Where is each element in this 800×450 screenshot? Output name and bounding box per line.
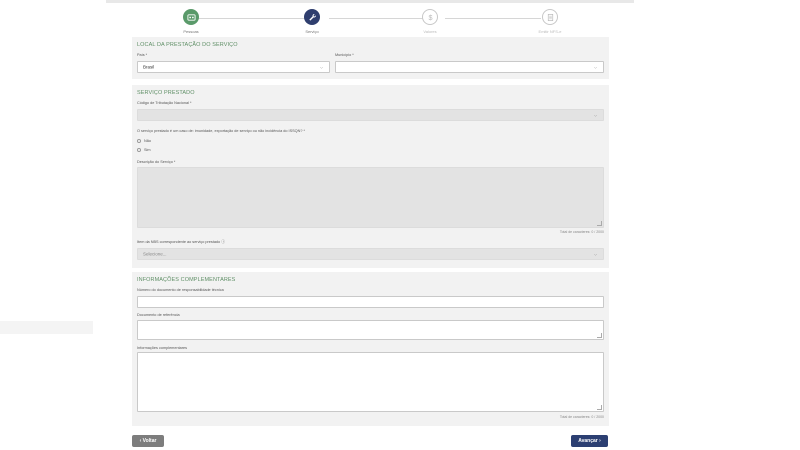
wrench-icon <box>304 9 320 25</box>
documento-textarea[interactable] <box>137 320 604 340</box>
pais-label: País * <box>137 53 148 57</box>
nbs-label: Item da NBS correspondente ao serviço pr… <box>137 240 226 244</box>
municipio-select[interactable]: ⌵ <box>335 61 604 73</box>
radio-nao-label: Não <box>144 139 151 143</box>
document-icon <box>542 9 558 25</box>
chevron-down-icon: ⌵ <box>319 64 323 70</box>
pais-value: Brasil <box>143 64 155 70</box>
servico-section: SERVIÇO PRESTADO Código de Tributação Na… <box>132 85 609 268</box>
step-servico[interactable]: Serviço <box>267 9 357 34</box>
resize-handle-icon[interactable] <box>597 221 602 226</box>
pais-select[interactable]: Brasil ⌵ <box>137 61 330 73</box>
descricao-textarea[interactable] <box>137 167 604 228</box>
radio-sim[interactable] <box>137 148 141 152</box>
documento-label: Documento de referência <box>137 313 180 317</box>
municipio-label: Município * <box>335 53 354 57</box>
svg-text:$: $ <box>428 13 432 22</box>
descricao-counter: Total de caracteres: 0 / 2000 <box>559 230 604 234</box>
step-label: Emitir NFS-e <box>538 29 562 34</box>
progress-stepper: Pessoas Serviço $ Valores Emitir NFS-e <box>132 9 608 35</box>
step-label: Pessoas <box>183 29 199 34</box>
codigo-label: Código de Tributação Nacional * <box>137 101 192 105</box>
numero-input[interactable] <box>137 296 604 308</box>
numero-label: Número do documento de responsabilidade … <box>137 288 224 292</box>
descricao-label: Descrição do Serviço * <box>137 160 176 164</box>
info-textarea[interactable] <box>137 352 604 412</box>
top-divider <box>106 0 634 3</box>
nbs-select[interactable]: Selecione... ⌵ <box>137 248 604 260</box>
nbs-placeholder: Selecione... <box>143 251 167 257</box>
next-button[interactable]: Avançar › <box>571 435 608 447</box>
section-title: INFORMAÇÕES COMPLEMENTARES <box>137 277 236 283</box>
chevron-down-icon: ⌵ <box>593 251 597 257</box>
radio-nao[interactable] <box>137 139 141 143</box>
people-icon <box>183 9 199 25</box>
dollar-icon: $ <box>422 9 438 25</box>
section-title: SERVIÇO PRESTADO <box>137 90 195 96</box>
section-title: LOCAL DA PRESTAÇÃO DO SERVIÇO <box>137 42 238 48</box>
step-emitir[interactable]: Emitir NFS-e <box>505 9 595 34</box>
local-section: LOCAL DA PRESTAÇÃO DO SERVIÇO País * Bra… <box>132 37 609 79</box>
step-label: Valores <box>423 29 437 34</box>
imunidade-question: O serviço prestado é um caso de: imunida… <box>137 129 306 133</box>
step-valores[interactable]: $ Valores <box>385 9 475 34</box>
chevron-down-icon: ⌵ <box>593 64 597 70</box>
info-counter: Total de caracteres: 0 / 2000 <box>559 415 604 419</box>
back-button[interactable]: ‹ Voltar <box>132 435 164 447</box>
complementares-section: INFORMAÇÕES COMPLEMENTARES Número do doc… <box>132 272 609 426</box>
resize-handle-icon[interactable] <box>597 333 602 338</box>
step-label: Serviço <box>305 29 319 34</box>
chevron-down-icon: ⌵ <box>593 112 597 118</box>
side-strip <box>0 321 93 334</box>
info-label: Informações complementares <box>137 346 188 350</box>
resize-handle-icon[interactable] <box>597 405 602 410</box>
step-pessoas[interactable]: Pessoas <box>146 9 236 34</box>
radio-sim-label: Sim <box>144 148 151 152</box>
codigo-select[interactable]: ⌵ <box>137 109 604 121</box>
